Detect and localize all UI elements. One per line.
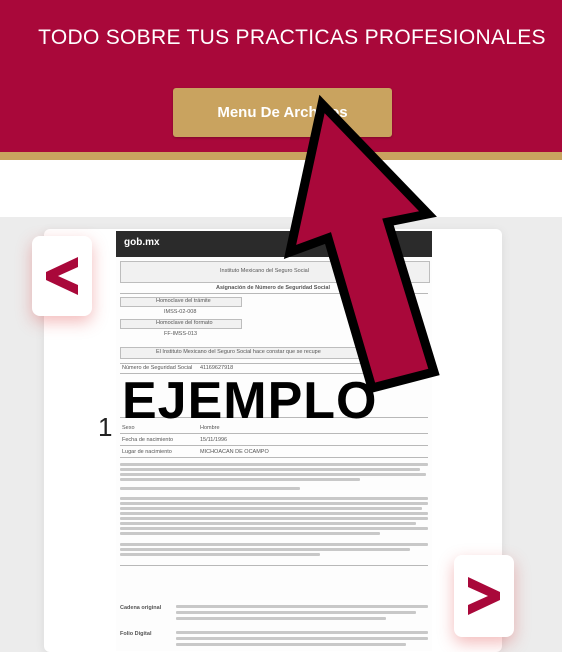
document-statement: El Instituto Mexicano del Seguro Social … bbox=[156, 349, 321, 355]
field-value: FF-IMSS-013 bbox=[164, 331, 198, 337]
field-value: IMSS-02-008 bbox=[164, 309, 197, 315]
cadena-original-label: Cadena original bbox=[120, 605, 162, 611]
text-line bbox=[176, 617, 386, 620]
folio-digital-label: Folio Digital bbox=[120, 631, 152, 637]
text-line bbox=[120, 512, 428, 515]
row-label: Fecha de nacimiento bbox=[122, 437, 174, 443]
text-line bbox=[120, 522, 416, 525]
row-value: MICHOACAN DE OCAMPO bbox=[200, 449, 269, 455]
table-line bbox=[120, 457, 428, 458]
text-line bbox=[120, 507, 422, 510]
slide-number: 1 bbox=[98, 412, 113, 442]
text-line bbox=[176, 637, 428, 640]
text-line bbox=[176, 643, 406, 646]
text-line bbox=[120, 527, 428, 530]
previous-slide-button[interactable] bbox=[32, 236, 92, 316]
gob-logo: gob.mx bbox=[124, 237, 160, 248]
row-label: Lugar de nacimiento bbox=[122, 449, 172, 455]
document-institution: Instituto Mexicano del Seguro Social bbox=[220, 268, 309, 274]
text-line bbox=[120, 497, 428, 500]
chevron-left-icon bbox=[46, 257, 78, 295]
page-title: TODO SOBRE TUS PRACTICAS PROFESIONALES bbox=[38, 26, 546, 49]
text-line bbox=[176, 611, 416, 614]
document-topbar: gob.mx bbox=[116, 231, 432, 257]
document-divider bbox=[120, 293, 428, 294]
table-line bbox=[120, 565, 428, 566]
example-document-image: gob.mx Instituto Mexicano del Seguro Soc… bbox=[116, 231, 432, 651]
field-label: Homoclave del formato bbox=[156, 320, 213, 326]
text-line bbox=[120, 553, 320, 556]
field-label: Homoclave del trámite bbox=[156, 298, 211, 304]
table-line bbox=[120, 445, 428, 446]
text-line bbox=[176, 631, 428, 634]
text-line bbox=[120, 478, 360, 481]
text-line bbox=[120, 468, 420, 471]
text-line bbox=[120, 543, 428, 546]
document-heading: Asignación de Número de Seguridad Social bbox=[216, 285, 330, 291]
text-line bbox=[120, 502, 428, 505]
chevron-right-icon bbox=[468, 577, 500, 615]
text-line bbox=[120, 473, 426, 476]
next-slide-button[interactable] bbox=[454, 555, 514, 637]
text-line bbox=[120, 532, 380, 535]
text-line bbox=[120, 463, 428, 466]
text-line bbox=[120, 487, 300, 490]
table-line bbox=[120, 363, 428, 364]
menu-de-archivos-button[interactable]: Menu De Archivos bbox=[173, 88, 392, 137]
row-value: 15/11/1996 bbox=[200, 437, 228, 443]
table-line bbox=[120, 433, 428, 434]
header-stripe bbox=[0, 152, 562, 160]
text-line bbox=[120, 517, 428, 520]
text-line bbox=[176, 605, 428, 608]
ejemplo-watermark: EJEMPLO bbox=[122, 372, 378, 430]
text-line bbox=[120, 548, 410, 551]
